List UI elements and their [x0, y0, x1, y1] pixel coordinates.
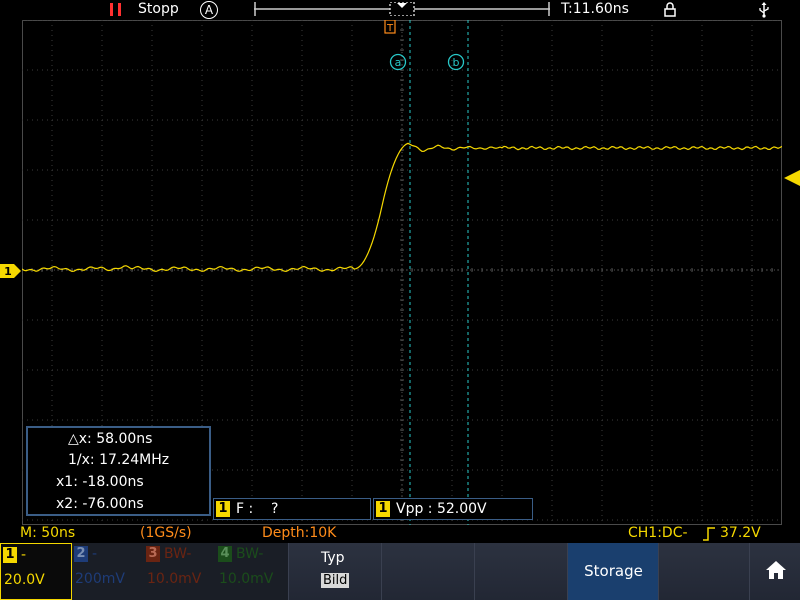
typ-label: Typ: [321, 550, 345, 566]
ch4-volts-div: 10.0mV: [219, 571, 274, 587]
frequency-value: F : ?: [236, 501, 279, 517]
menu-button-empty-5[interactable]: [658, 543, 749, 600]
trigger-time-readout: T:11.60ns: [561, 1, 629, 17]
ch2-volts-div: 200mV: [75, 571, 125, 587]
trigger-level-readout[interactable]: 37.2V: [720, 525, 761, 541]
ch3-bandwidth-label: BW-: [164, 546, 192, 562]
ch2-settings-button[interactable]: 2 - 200mV: [72, 543, 144, 600]
ch3-settings-button[interactable]: 3 BW- 10.0mV: [144, 543, 216, 600]
menu-button-empty-2[interactable]: [381, 543, 474, 600]
acquisition-info-line: M: 50ns (1GS/s) Depth:10K CH1:DC- 37.2V: [0, 525, 800, 543]
cursor-x2: x2: -76.00ns: [56, 496, 144, 512]
cursor-a-marker[interactable]: a: [389, 53, 407, 71]
storage-button[interactable]: Storage: [567, 543, 658, 600]
svg-text:b: b: [453, 56, 460, 69]
trigger-position-marker[interactable]: T: [384, 20, 396, 34]
ch1-offset-marker[interactable]: 1: [0, 264, 22, 278]
usb-icon: [759, 2, 769, 18]
ch3-volts-div: 10.0mV: [147, 571, 202, 587]
measurement-channel-badge: 1: [216, 501, 230, 517]
typ-menu-button[interactable]: Typ Bild: [288, 543, 381, 600]
lock-icon: [664, 2, 676, 17]
typ-value: Bild: [321, 573, 350, 588]
cursor-x1: x1: -18.00ns: [56, 474, 144, 490]
ch4-settings-button[interactable]: 4 BW- 10.0mV: [216, 543, 288, 600]
cursor-readout-panel: △x: 58.00ns 1/x: 17.24MHz x1: -18.00ns x…: [26, 426, 211, 516]
memory-depth-readout: Depth:10K: [262, 525, 337, 541]
cursor-inverse-x: 1/x: 17.24MHz: [68, 452, 170, 468]
vpp-value: Vpp : 52.00V: [396, 501, 487, 517]
frequency-measurement: 1 F : ?: [213, 498, 371, 520]
run-state-label[interactable]: Stopp: [138, 1, 179, 17]
home-icon: [766, 561, 786, 579]
menu-button-empty-3[interactable]: [474, 543, 567, 600]
rising-edge-icon: [703, 527, 715, 541]
home-button[interactable]: [749, 543, 800, 600]
svg-text:1: 1: [4, 265, 12, 278]
timebase-readout[interactable]: M: 50ns: [20, 525, 75, 541]
svg-text:T: T: [386, 23, 394, 34]
storage-label: Storage: [584, 562, 643, 580]
bottom-menu: 1 - 20.0V 2 - 200mV 3 BW- 10.0mV 4 BW- 1…: [0, 543, 800, 600]
sample-rate-readout: (1GS/s): [140, 525, 192, 541]
trigger-level-marker[interactable]: [782, 170, 800, 186]
trigger-source-readout[interactable]: CH1:DC-: [628, 525, 688, 541]
measurement-channel-badge: 1: [376, 501, 390, 517]
memory-position-bar[interactable]: [254, 2, 550, 16]
cursor-b-marker[interactable]: b: [447, 53, 465, 71]
ch3-number: 3: [146, 546, 160, 562]
cursor-delta-x: △x: 58.00ns: [68, 431, 153, 447]
ch1-number: 1: [3, 547, 17, 563]
ch2-coupling-label: -: [92, 546, 98, 562]
acquire-mode-badge[interactable]: A: [200, 1, 218, 19]
ch4-bandwidth-label: BW-: [236, 546, 264, 562]
ch1-settings-button[interactable]: 1 - 20.0V: [0, 543, 72, 600]
pause-icon[interactable]: [110, 3, 122, 16]
ch4-number: 4: [218, 546, 232, 562]
ch1-coupling-label: -: [21, 547, 27, 563]
status-bar: Stopp A T:11.60ns: [0, 0, 800, 20]
vpp-measurement: 1 Vpp : 52.00V: [373, 498, 533, 520]
ch2-number: 2: [74, 546, 88, 562]
svg-text:a: a: [395, 56, 402, 69]
ch1-volts-div: 20.0V: [4, 572, 45, 588]
